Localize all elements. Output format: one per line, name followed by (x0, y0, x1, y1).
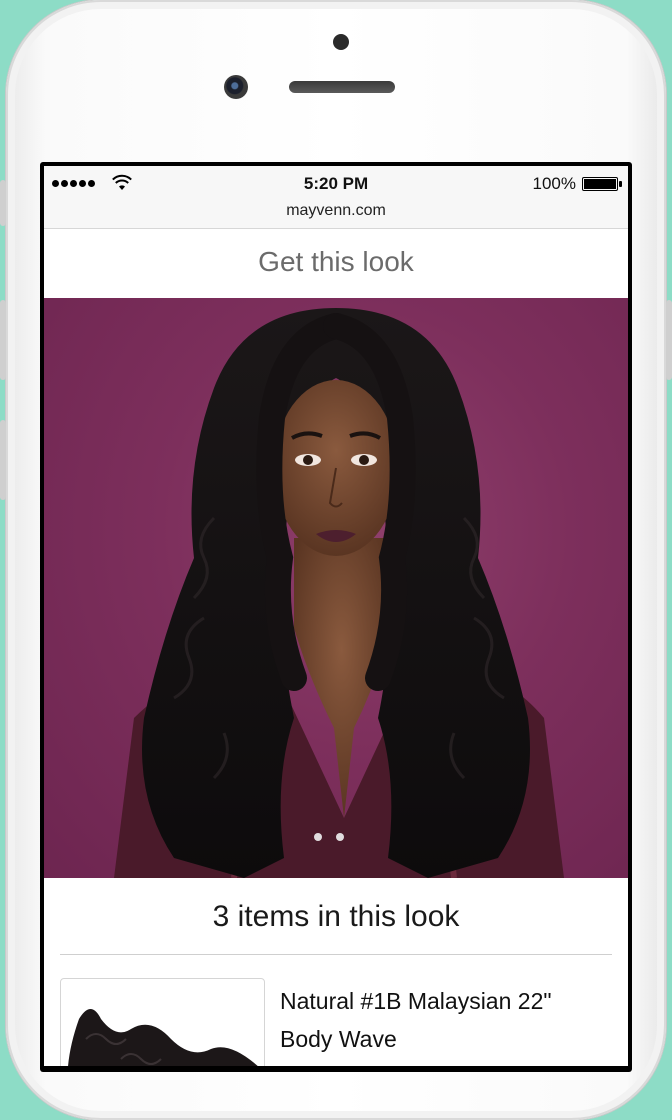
mute-switch (0, 180, 6, 226)
page-title: Get this look (258, 246, 414, 277)
product-name[interactable]: Natural #1B Malaysian 22" Body Wave (280, 982, 610, 1058)
earpiece-speaker (289, 81, 395, 93)
product-thumbnail[interactable] (60, 978, 265, 1066)
status-bar: 5:20 PM 100% (44, 166, 628, 200)
items-count-heading: 3 items in this look (212, 900, 460, 933)
battery-icon (582, 177, 622, 191)
battery-percent: 100% (532, 174, 576, 193)
volume-up-button (0, 300, 6, 380)
volume-down-button (0, 420, 6, 500)
url-text[interactable]: mayvenn.com (44, 202, 628, 220)
hair-bundle-image (68, 1009, 258, 1066)
power-button (666, 300, 672, 380)
proximity-sensor (333, 34, 349, 50)
look-items-section: 3 items in this look Natural #1B Malaysi… (44, 878, 628, 1066)
front-camera (224, 75, 248, 99)
carousel-dot[interactable] (314, 833, 322, 841)
page-header: Get this look (44, 229, 628, 298)
carousel-dot[interactable] (336, 833, 344, 841)
address-bar[interactable]: mayvenn.com (44, 196, 628, 229)
carousel-dots[interactable] (314, 828, 358, 846)
look-hero-image[interactable] (44, 298, 628, 878)
model-photo (114, 308, 564, 878)
divider (60, 954, 612, 955)
browser-viewport: 5:20 PM 100% mayvenn.com Get this look 3… (44, 166, 628, 1066)
